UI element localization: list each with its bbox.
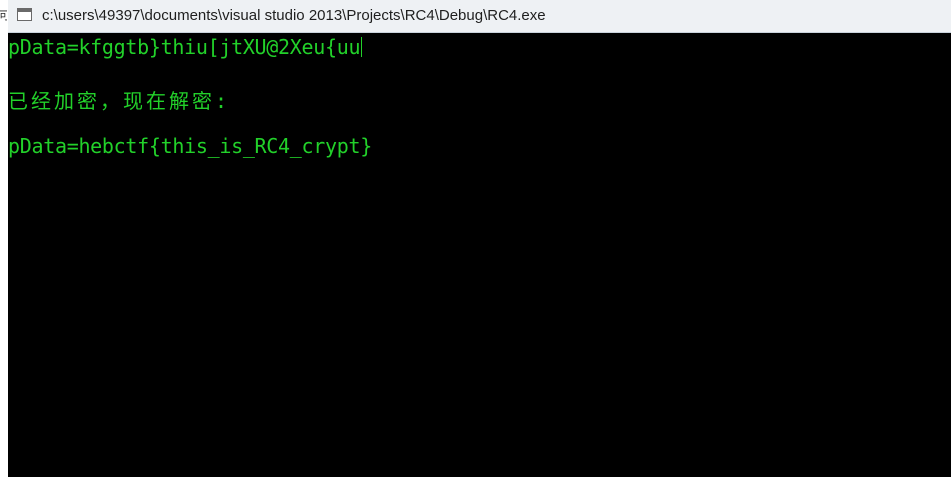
console-line-decrypted-data: pData=hebctf{this_is_RC4_crypt} <box>8 134 372 158</box>
window-title: c:\users\49397\documents\visual studio 2… <box>42 7 546 24</box>
console-window: 可 c:\users\49397\documents\visual studio… <box>0 0 951 477</box>
background-window-glyph: 可 <box>0 9 7 22</box>
console-line-status: 已经加密，现在解密: <box>8 89 231 113</box>
text-cursor <box>361 37 363 57</box>
console-output-area[interactable]: pData=kfggtb}thiu[jtXU@2Xeu{uu 已经加密，现在解密… <box>8 34 951 477</box>
title-bar[interactable]: c:\users\49397\documents\visual studio 2… <box>8 0 951 33</box>
console-app-icon[interactable] <box>17 8 32 21</box>
console-line-encrypted-data: pData=kfggtb}thiu[jtXU@2Xeu{uu <box>8 35 363 59</box>
background-window-strip: 可 <box>0 0 8 477</box>
